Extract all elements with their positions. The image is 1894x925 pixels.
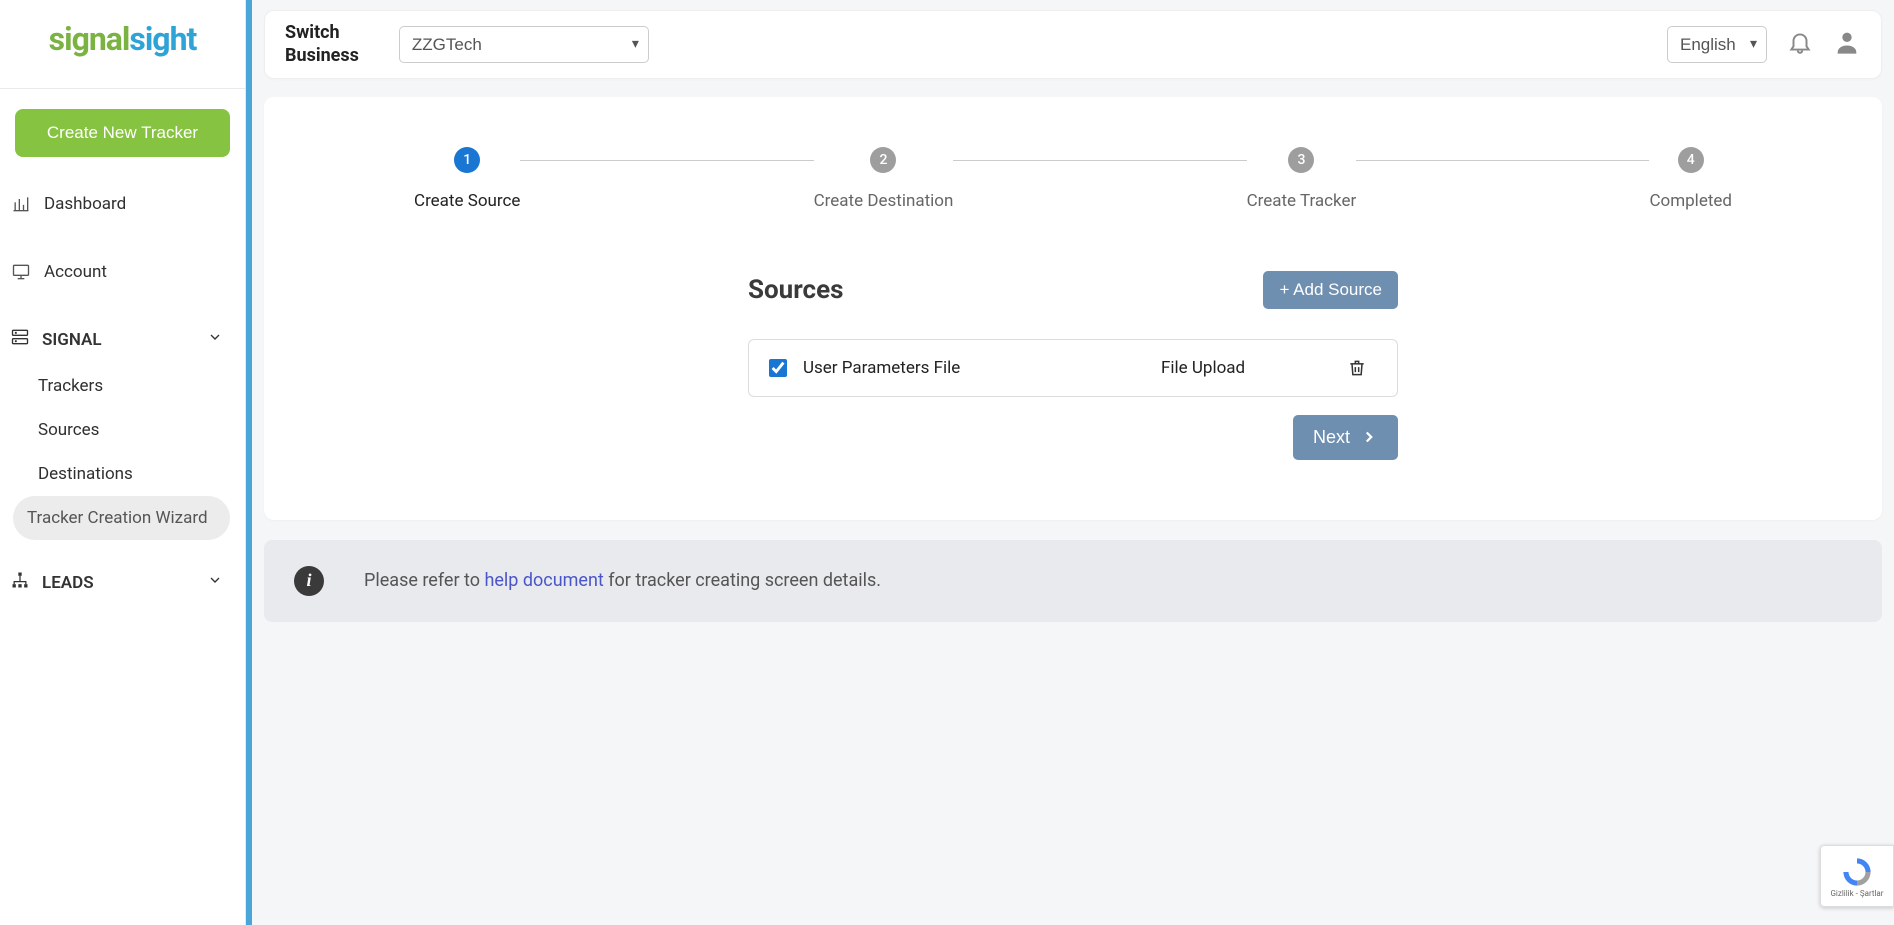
step-label: Create Source — [414, 191, 520, 211]
sources-section: Sources + Add Source User Parameters Fil… — [748, 271, 1398, 460]
step-label: Create Destination — [814, 191, 954, 211]
source-name: User Parameters File — [803, 358, 1145, 378]
topbar: Switch Business ZZGTech English — [264, 10, 1882, 79]
delete-source-button[interactable] — [1337, 358, 1377, 378]
main-content: Switch Business ZZGTech English — [252, 0, 1894, 925]
next-button-label: Next — [1313, 427, 1350, 448]
step-number: 3 — [1288, 147, 1314, 173]
language-select[interactable]: English — [1667, 26, 1767, 63]
step-connector — [1356, 160, 1649, 161]
step-create-tracker: 3 Create Tracker — [1247, 147, 1357, 211]
sidebar-nav: Dashboard Account SIGNAL Trac — [0, 179, 245, 607]
sidebar-group-label: LEADS — [42, 573, 94, 593]
sidebar-item-tracker-wizard[interactable]: Tracker Creation Wizard — [13, 496, 230, 540]
sidebar-group-label: SIGNAL — [42, 330, 102, 350]
step-connector — [953, 160, 1246, 161]
info-text: Please refer to help document for tracke… — [364, 570, 881, 591]
sidebar-group-signal-children: Trackers Sources Destinations Tracker Cr… — [0, 364, 245, 540]
step-label: Completed — [1649, 191, 1732, 211]
source-checkbox[interactable] — [769, 359, 787, 377]
sidebar-item-account[interactable]: Account — [0, 247, 245, 297]
step-connector — [520, 160, 813, 161]
step-number: 1 — [454, 147, 480, 173]
server-icon — [10, 327, 30, 352]
recaptcha-badge: Gizlilik - Şartlar — [1820, 845, 1894, 907]
sidebar-item-label: Dashboard — [44, 194, 126, 214]
source-type: File Upload — [1161, 358, 1321, 378]
logo-text-sight: sight — [129, 20, 196, 58]
info-icon: i — [294, 566, 324, 596]
bar-chart-icon — [10, 193, 32, 215]
next-button[interactable]: Next — [1293, 415, 1398, 460]
sources-title: Sources — [748, 275, 843, 305]
switch-business-label: Switch Business — [285, 21, 359, 68]
wizard-card: 1 Create Source 2 Create Destination 3 C… — [264, 97, 1882, 520]
sidebar-item-sources[interactable]: Sources — [38, 408, 245, 452]
step-number: 2 — [870, 147, 896, 173]
step-label: Create Tracker — [1247, 191, 1357, 211]
step-completed: 4 Completed — [1649, 147, 1732, 211]
chevron-down-icon — [207, 572, 223, 593]
stepper: 1 Create Source 2 Create Destination 3 C… — [414, 147, 1732, 211]
step-number: 4 — [1678, 147, 1704, 173]
recaptcha-icon — [1840, 855, 1874, 889]
chevron-down-icon — [207, 329, 223, 350]
sidebar-item-trackers[interactable]: Trackers — [38, 364, 245, 408]
sidebar-item-destinations[interactable]: Destinations — [38, 452, 245, 496]
step-create-destination: 2 Create Destination — [814, 147, 954, 211]
sidebar-item-dashboard[interactable]: Dashboard — [0, 179, 245, 229]
source-row: User Parameters File File Upload — [748, 339, 1398, 397]
sidebar-item-label: Account — [44, 262, 107, 282]
monitor-icon — [10, 261, 32, 283]
recaptcha-label: Gizlilik - Şartlar — [1830, 889, 1883, 898]
trash-icon — [1347, 358, 1367, 378]
sidebar: signalsight Create New Tracker Dashboard… — [0, 0, 246, 925]
sidebar-group-signal[interactable]: SIGNAL — [0, 315, 245, 364]
bell-icon[interactable] — [1787, 29, 1813, 59]
user-icon[interactable] — [1833, 28, 1861, 60]
chevron-right-icon — [1360, 428, 1378, 446]
create-new-tracker-button[interactable]: Create New Tracker — [15, 109, 230, 157]
help-document-link[interactable]: help document — [484, 570, 603, 591]
sidebar-group-leads[interactable]: LEADS — [0, 558, 245, 607]
logo-text-signal: signal — [49, 20, 130, 58]
business-select[interactable]: ZZGTech — [399, 26, 649, 63]
sitemap-icon — [10, 570, 30, 595]
info-banner: i Please refer to help document for trac… — [264, 540, 1882, 622]
add-source-button[interactable]: + Add Source — [1263, 271, 1398, 309]
step-create-source: 1 Create Source — [414, 147, 520, 211]
logo: signalsight — [0, 0, 245, 89]
